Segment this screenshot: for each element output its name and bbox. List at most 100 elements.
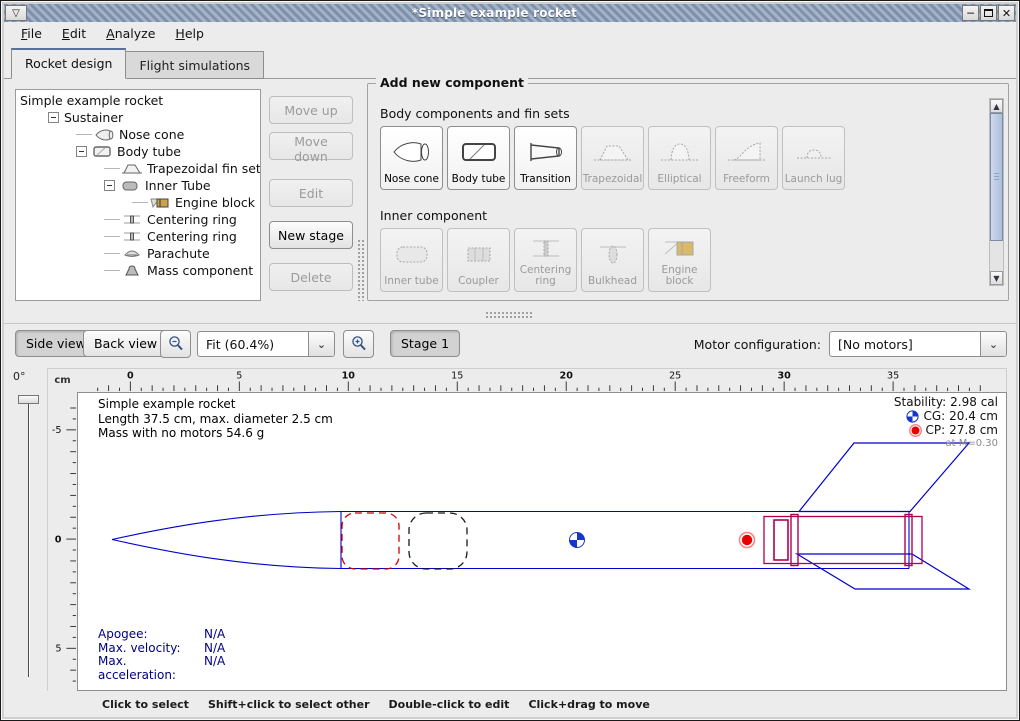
new-stage-button[interactable]: New stage [269, 221, 353, 249]
svg-text:0: 0 [127, 371, 134, 382]
rotation-slider-handle[interactable] [18, 395, 39, 404]
tree-item-body-tube[interactable]: Body tube [16, 143, 260, 160]
flight-info-value: N/A [204, 655, 225, 682]
maximize-button[interactable] [980, 5, 997, 21]
inner-components-label: Inner component [380, 208, 487, 223]
add-body-tube-button[interactable]: Body tube [447, 126, 510, 190]
tree-expander-icon[interactable] [48, 112, 59, 123]
svg-text:25: 25 [669, 371, 681, 382]
svg-text:10: 10 [342, 371, 356, 382]
add-launch-lug-button[interactable]: Launch lug [782, 126, 845, 190]
mach-note: at M=0.30 [894, 437, 998, 451]
chevron-down-icon[interactable]: ⌄ [308, 332, 334, 356]
delete-button[interactable]: Delete [269, 263, 353, 291]
tree-item-label: Body tube [117, 144, 181, 159]
fin-trapezoidal-icon [583, 130, 642, 174]
nose-cone-icon [382, 130, 441, 174]
add-coupler-button[interactable]: Coupler [447, 228, 510, 292]
flight-info-label: Apogee: [98, 628, 204, 642]
rocket-design-canvas[interactable]: Simple example rocket Length 37.5 cm, ma… [77, 392, 1007, 691]
menu-analyze[interactable]: Analyze [97, 24, 164, 43]
body-components-label: Body components and fin sets [380, 106, 570, 121]
motor-configuration-select[interactable]: [No motors] ⌄ [829, 331, 1007, 357]
close-button[interactable]: ✕ [998, 5, 1015, 21]
tree-item-nose-cone[interactable]: Nose cone [16, 126, 260, 143]
zoom-out-button[interactable] [160, 330, 191, 358]
add-trapezoidal-button[interactable]: Trapezoidal [581, 126, 644, 190]
title-bar[interactable]: ▽ *Simple example rocket ─ ✕ [4, 4, 1016, 22]
tree-item-simple-example-rocket[interactable]: Simple example rocket [16, 92, 260, 109]
stage-1-toggle[interactable]: Stage 1 [390, 330, 460, 357]
component-button-label: Freeform [723, 174, 770, 186]
edit-button[interactable]: Edit [269, 179, 353, 207]
zoom-in-button[interactable] [343, 330, 374, 358]
component-button-label: Elliptical [657, 174, 701, 186]
tree-item-centering-ring[interactable]: Centering ring [16, 211, 260, 228]
component-tree[interactable]: Simple example rocketSustainerNose coneB… [15, 89, 261, 301]
move-down-button[interactable]: Move down [269, 132, 353, 160]
scroll-down-icon[interactable]: ▼ [990, 271, 1003, 285]
tree-item-parachute[interactable]: Parachute [16, 245, 260, 262]
parachute-icon [122, 247, 142, 260]
component-button-label: Launch lug [785, 174, 843, 186]
status-bar: Click to selectShift+click to select oth… [4, 692, 1016, 716]
centeringring-icon [122, 230, 142, 243]
back-view-button[interactable]: Back view [83, 330, 168, 357]
add-transition-button[interactable]: Transition [514, 126, 577, 190]
zoom-select[interactable]: Fit (60.4%) ⌄ [197, 331, 335, 357]
scroll-up-icon[interactable]: ▲ [990, 99, 1003, 113]
menu-edit[interactable]: Edit [53, 24, 95, 43]
flight-info-row: Max. velocity:N/A [98, 642, 225, 656]
stability-label: Stability: [894, 395, 946, 409]
centering-ring-outline[interactable] [791, 515, 798, 566]
tree-connector [104, 236, 120, 237]
add-centering-ring-button[interactable]: Centering ring [514, 228, 577, 292]
tree-item-label: Simple example rocket [20, 93, 163, 108]
add-freeform-button[interactable]: Freeform [715, 126, 778, 190]
add-elliptical-button[interactable]: Elliptical [648, 126, 711, 190]
menu-file[interactable]: File [12, 24, 51, 43]
tree-item-trapezoidal-fin-set[interactable]: Trapezoidal fin set [16, 160, 260, 177]
tree-item-sustainer[interactable]: Sustainer [16, 109, 260, 126]
status-hint: Click to select [102, 698, 189, 711]
mass-component-outline[interactable] [409, 513, 467, 569]
tree-item-label: Mass component [147, 263, 253, 278]
flight-info-row: Max. acceleration:N/A [98, 655, 225, 682]
minimize-button[interactable]: ─ [962, 5, 979, 21]
add-nose-cone-button[interactable]: Nose cone [380, 126, 443, 190]
flight-info-row: Apogee:N/A [98, 628, 225, 642]
cp-marker[interactable] [740, 533, 755, 548]
vertical-splitter-handle[interactable] [357, 239, 364, 301]
rotation-slider-track[interactable] [28, 399, 30, 677]
tab-rocket-design[interactable]: Rocket design [11, 48, 126, 79]
menu-help[interactable]: Help [166, 24, 213, 43]
motor-configuration-value: [No motors] [830, 337, 980, 352]
engine-block-outline[interactable] [774, 520, 788, 560]
component-button-label: Body tube [452, 174, 506, 186]
scrollbar-thumb[interactable] [990, 113, 1003, 241]
cg-marker[interactable] [570, 533, 585, 548]
svg-text:30: 30 [777, 371, 791, 382]
component-scrollbar[interactable]: ▲ ▼ [989, 98, 1004, 286]
tree-expander-icon[interactable] [76, 146, 87, 157]
move-up-button[interactable]: Move up [269, 96, 353, 124]
parachute-outline[interactable] [342, 513, 399, 569]
tree-item-centering-ring[interactable]: Centering ring [16, 228, 260, 245]
add-engine-block-button[interactable]: Engine block [648, 228, 711, 292]
add-bulkhead-button[interactable]: Bulkhead [581, 228, 644, 292]
window-menu-button[interactable]: ▽ [5, 5, 27, 21]
zoom-value: Fit (60.4%) [198, 337, 308, 352]
view-toolbar: Side view Back view Fit (60.4%) ⌄ Stage … [4, 323, 1016, 363]
inner-tube-outline[interactable] [764, 515, 922, 566]
tree-item-engine-block[interactable]: Engine block [16, 194, 260, 211]
body-tube-icon [449, 130, 508, 174]
body-tube-outline[interactable] [112, 512, 909, 569]
add-inner-tube-button[interactable]: Inner tube [380, 228, 443, 292]
tree-expander-icon[interactable] [104, 180, 115, 191]
tree-item-inner-tube[interactable]: Inner Tube [16, 177, 260, 194]
tree-item-mass-component[interactable]: Mass component [16, 262, 260, 279]
engineblock-icon [150, 196, 170, 209]
tab-flight-simulations[interactable]: Flight simulations [126, 51, 264, 79]
horizontal-splitter-handle[interactable] [485, 311, 533, 318]
chevron-down-icon[interactable]: ⌄ [980, 332, 1006, 356]
